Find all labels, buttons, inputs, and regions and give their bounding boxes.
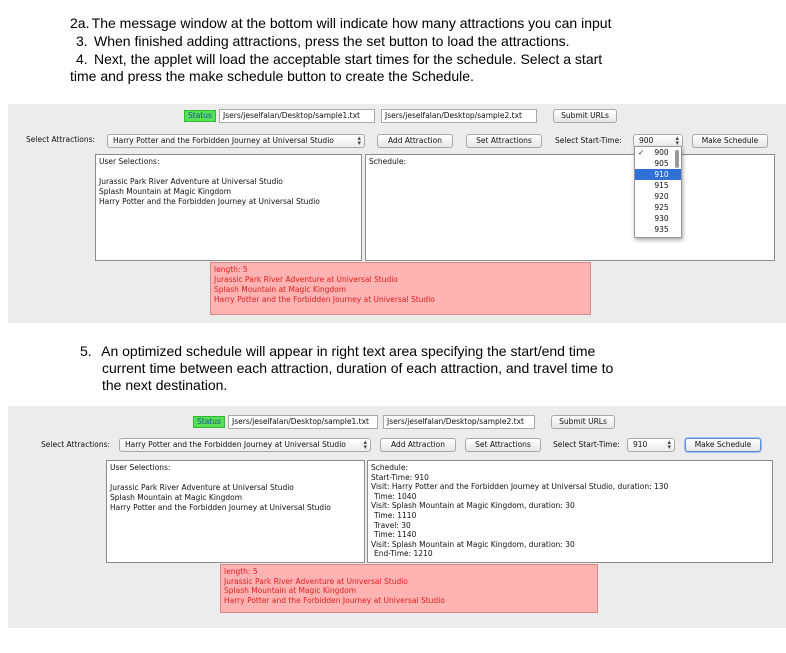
message-line: length: 5 [214,265,248,274]
status-indicator: Status [193,416,225,428]
url1-field[interactable]: Jsers/jeselfalan/Desktop/sample1.txt [228,415,378,429]
submit-urls-button[interactable]: Submit URLs [551,415,615,429]
status-indicator: Status [184,110,216,122]
message-window: length: 5 Jurassic Park River Adventure … [220,564,598,613]
add-attraction-button[interactable]: Add Attraction [377,134,453,148]
message-line: Harry Potter and the Forbidden Journey a… [214,295,435,304]
schedule-line: Visit: Splash Mountain at Magic Kingdom,… [371,539,575,549]
message-line: Harry Potter and the Forbidden Journey a… [224,595,445,605]
dropdown-option[interactable]: 915 [635,180,681,191]
start-time-dropdown[interactable]: ✓ 900 905 910 915 920 925 930 935 [634,146,682,238]
user-selection-line: Jurassic Park River Adventure at Univers… [99,177,283,186]
user-selections-title: User Selections: [110,463,171,472]
user-selection-line: Splash Mountain at Magic Kingdom [110,493,243,502]
start-time-value: 900 [639,136,654,145]
instruction-2a: 2a. The message window at the bottom wil… [70,15,612,31]
user-selections-area[interactable]: User Selections: Jurassic Park River Adv… [106,460,365,563]
schedule-line: Visit: Harry Potter and the Forbidden Jo… [371,482,669,492]
schedule-line: Travel: 30 [374,520,411,530]
user-selections-title: User Selections: [99,157,160,166]
set-attractions-button[interactable]: Set Attractions [465,438,541,452]
user-selections-area[interactable]: User Selections: Jurassic Park River Adv… [95,154,362,261]
user-selection-line: Harry Potter and the Forbidden Journey a… [110,503,331,512]
dropdown-option[interactable]: 930 [635,213,681,224]
message-line: Splash Mountain at Magic Kingdom [214,285,347,294]
user-selection-line: Splash Mountain at Magic Kingdom [99,187,232,196]
select-attractions-label: Select Attractions: [41,440,111,449]
url2-field[interactable]: Jsers/jeselfalan/Desktop/sample2.txt [381,109,537,123]
attraction-select-value: Harry Potter and the Forbidden Journey a… [125,440,346,449]
dropdown-option-selected[interactable]: 910 [635,169,681,180]
schedule-line: Time: 1140 [374,530,417,540]
start-time-label: Select Start-Time: [553,440,620,449]
schedule-line: End-Time: 1210 [374,549,433,559]
applet-panel-1: Status Jsers/jeselfalan/Desktop/sample1.… [8,104,786,323]
dropdown-scrollbar[interactable] [675,150,679,168]
select-attractions-label: Select Attractions: [26,135,96,144]
schedule-line: Time: 1110 [374,510,417,520]
message-line: Splash Mountain at Magic Kingdom [224,586,357,596]
dropdown-option[interactable]: 920 [635,191,681,202]
start-time-value: 910 [633,440,648,449]
message-window: length: 5 Jurassic Park River Adventure … [210,262,591,315]
message-line: Jurassic Park River Adventure at Univers… [214,275,398,284]
url2-field[interactable]: Jsers/jeselfalan/Desktop/sample2.txt [383,415,535,429]
attraction-select-value: Harry Potter and the Forbidden Journey a… [113,136,334,145]
applet-panel-2: Status Jsers/jeselfalan/Desktop/sample1.… [8,406,786,628]
user-selection-line: Jurassic Park River Adventure at Univers… [110,483,294,492]
attraction-select[interactable]: Harry Potter and the Forbidden Journey a… [107,134,365,148]
schedule-line: Start-Time: 910 [371,472,429,482]
schedule-line: Schedule: [371,463,408,472]
make-schedule-button[interactable]: Make Schedule [685,438,761,452]
updown-arrows-icon: ▴ ▾ [667,438,671,451]
checkmark-icon: ✓ [638,148,645,157]
updown-arrows-icon: ▴ ▾ [363,438,367,451]
updown-arrows-icon: ▴ ▾ [675,134,679,147]
schedule-line: Time: 1040 [374,491,417,501]
message-line: Jurassic Park River Adventure at Univers… [224,576,408,586]
schedule-line: Visit: Splash Mountain at Magic Kingdom,… [371,501,575,511]
message-line: length: 5 [224,567,258,576]
submit-urls-button[interactable]: Submit URLs [553,109,617,123]
dropdown-option[interactable]: 935 [635,224,681,235]
set-attractions-button[interactable]: Set Attractions [466,134,542,148]
schedule-area[interactable]: Schedule: Start-Time: 910 Visit: Harry P… [367,460,773,563]
add-attraction-button[interactable]: Add Attraction [380,438,456,452]
schedule-title: Schedule: [369,157,406,166]
instruction-5: 5. An optimized schedule will appear in … [80,343,596,359]
make-schedule-button[interactable]: Make Schedule [692,134,768,148]
updown-arrows-icon: ▴ ▾ [357,134,361,147]
schedule-area[interactable]: Schedule: [365,154,775,261]
attraction-select[interactable]: Harry Potter and the Forbidden Journey a… [119,438,371,452]
instruction-4: 4. Next, the applet will load the accepta… [76,51,603,67]
user-selection-line: Harry Potter and the Forbidden Journey a… [99,197,320,206]
url1-field[interactable]: Jsers/jeselfalan/Desktop/sample1.txt [219,109,375,123]
instruction-4-cont: time and press the make schedule button … [70,68,474,84]
dropdown-option[interactable]: 925 [635,202,681,213]
instruction-5-cont1: current time between each attraction, du… [102,360,614,376]
instruction-3: 3. When finished adding attractions, pres… [76,33,570,49]
instruction-5-cont2: the next destination. [102,377,228,393]
start-time-select[interactable]: 910 ▴ ▾ [627,438,675,452]
start-time-label: Select Start-Time: [555,136,622,145]
